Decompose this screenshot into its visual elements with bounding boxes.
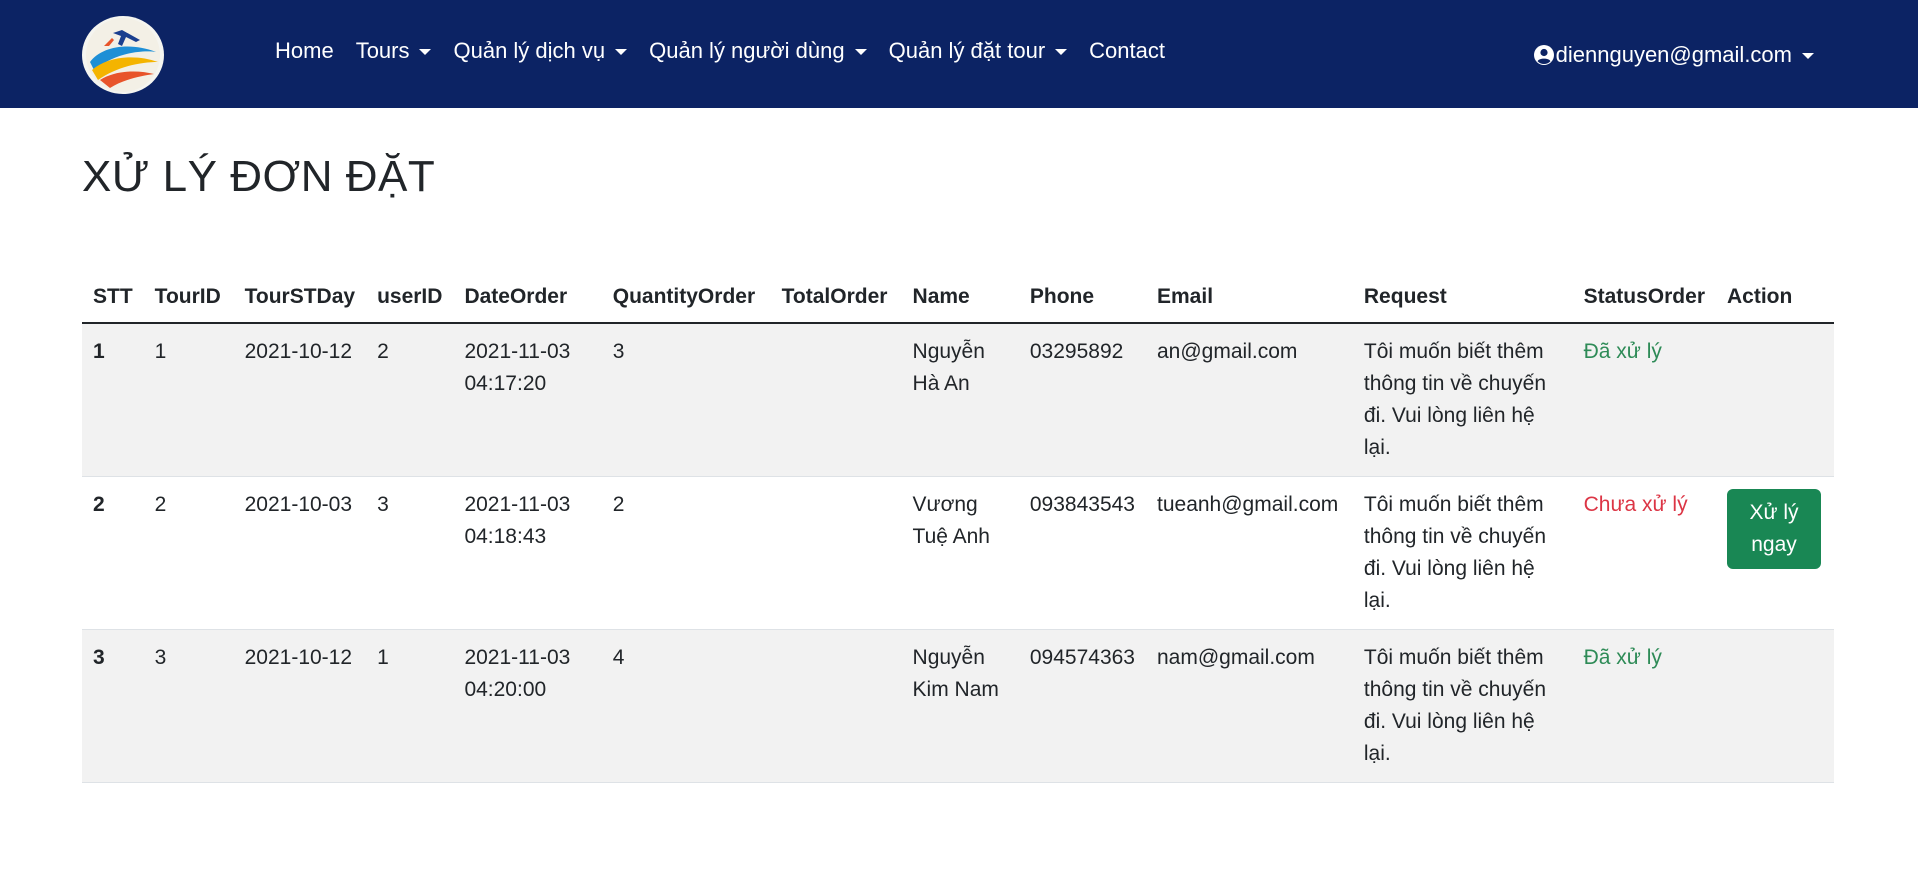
cell-stt: 1 — [82, 323, 144, 477]
column-header-request: Request — [1352, 275, 1573, 324]
nav-tours-label: Tours — [355, 38, 410, 63]
cell-action: Xử lý ngay — [1716, 476, 1834, 630]
table-header-row: STT TourID TourSTDay userID DateOrder Qu… — [82, 275, 1834, 324]
column-header-action: Action — [1716, 275, 1834, 324]
cell-stt: 3 — [82, 629, 144, 783]
nav-user-management-label: Quản lý người dùng — [649, 38, 845, 63]
brand-logo[interactable] — [82, 16, 164, 94]
column-header-tour-st-day: TourSTDay — [233, 275, 367, 324]
nav-contact-label: Contact — [1089, 38, 1165, 63]
navbar: Home Tours Quản lý dịch vụ Quản lý người… — [0, 0, 1918, 108]
cell-email: an@gmail.com — [1146, 323, 1353, 477]
cell-name: Nguyễn Hà An — [901, 323, 1019, 477]
nav-home[interactable]: Home — [275, 38, 334, 64]
caret-down-icon — [1055, 49, 1068, 55]
cell-tour-id: 3 — [143, 629, 234, 783]
cell-tour-st-day: 2021-10-12 — [233, 323, 367, 477]
column-header-email: Email — [1146, 275, 1353, 324]
nav-home-label: Home — [275, 38, 334, 63]
nav-user-management-dropdown[interactable]: Quản lý người dùng — [649, 38, 867, 64]
status-label: Đã xử lý — [1583, 340, 1662, 363]
cell-tour-st-day: 2021-10-12 — [233, 629, 367, 783]
cell-name: Vương Tuệ Anh — [901, 476, 1019, 630]
cell-request: Tôi muốn biết thêm thông tin về chuyến đ… — [1352, 629, 1573, 783]
cell-phone: 094574363 — [1018, 629, 1146, 783]
nav-tours-dropdown[interactable]: Tours — [356, 38, 432, 64]
column-header-tour-id: TourID — [143, 275, 234, 324]
caret-down-icon — [854, 49, 867, 55]
nav-service-management-label: Quản lý dịch vụ — [453, 38, 606, 63]
status-label: Đã xử lý — [1583, 646, 1662, 669]
cell-request: Tôi muốn biết thêm thông tin về chuyến đ… — [1352, 323, 1573, 477]
cell-name: Nguyễn Kim Nam — [901, 629, 1019, 783]
cell-date-order: 2021-11-03 04:18:43 — [453, 476, 602, 630]
cell-action — [1716, 629, 1834, 783]
column-header-stt: STT — [82, 275, 144, 324]
cell-phone: 03295892 — [1018, 323, 1146, 477]
orders-table: STT TourID TourSTDay userID DateOrder Qu… — [82, 275, 1834, 783]
user-email: diennguyen@gmail.com — [1555, 42, 1792, 67]
user-circle-icon — [1533, 44, 1555, 66]
nav-links: Home Tours Quản lý dịch vụ Quản lý người… — [275, 34, 1187, 68]
column-header-name: Name — [901, 275, 1019, 324]
cell-tour-id: 2 — [143, 476, 234, 630]
caret-down-icon — [1802, 53, 1814, 59]
nav-booking-management-dropdown[interactable]: Quản lý đặt tour — [889, 38, 1068, 64]
travel-globe-logo-icon — [86, 18, 160, 92]
cell-user-id: 2 — [366, 323, 454, 477]
cell-user-id: 3 — [366, 476, 454, 630]
nav-contact[interactable]: Contact — [1089, 38, 1165, 64]
cell-status: Chưa xử lý — [1572, 476, 1716, 630]
cell-request: Tôi muốn biết thêm thông tin về chuyến đ… — [1352, 476, 1573, 630]
column-header-quantity-order: QuantityOrder — [601, 275, 771, 324]
cell-total-order — [770, 629, 902, 783]
cell-action — [1716, 323, 1834, 477]
column-header-user-id: userID — [366, 275, 454, 324]
status-label: Chưa xử lý — [1583, 493, 1688, 516]
column-header-date-order: DateOrder — [453, 275, 602, 324]
cell-quantity-order: 4 — [601, 629, 771, 783]
cell-tour-id: 1 — [143, 323, 234, 477]
nav-booking-management-label: Quản lý đặt tour — [888, 38, 1046, 63]
column-header-phone: Phone — [1018, 275, 1146, 324]
cell-total-order — [770, 476, 902, 630]
nav-service-management-dropdown[interactable]: Quản lý dịch vụ — [453, 38, 628, 64]
cell-date-order: 2021-11-03 04:17:20 — [453, 323, 602, 477]
cell-stt: 2 — [82, 476, 144, 630]
cell-tour-st-day: 2021-10-03 — [233, 476, 367, 630]
column-header-total-order: TotalOrder — [770, 275, 902, 324]
page-title: XỬ LÝ ĐƠN ĐẶT — [82, 152, 436, 201]
cell-status: Đã xử lý — [1572, 629, 1716, 783]
cell-quantity-order: 2 — [601, 476, 771, 630]
cell-phone: 093843543 — [1018, 476, 1146, 630]
table-row: 1 1 2021-10-12 2 2021-11-03 04:17:20 3 N… — [82, 323, 1834, 477]
cell-email: tueanh@gmail.com — [1146, 476, 1353, 630]
user-account-dropdown[interactable]: diennguyen@gmail.com — [1533, 42, 1814, 68]
cell-status: Đã xử lý — [1572, 323, 1716, 477]
process-now-button[interactable]: Xử lý ngay — [1727, 489, 1821, 569]
caret-down-icon — [419, 49, 432, 55]
cell-user-id: 1 — [366, 629, 454, 783]
cell-email: nam@gmail.com — [1146, 629, 1353, 783]
table-row: 2 2 2021-10-03 3 2021-11-03 04:18:43 2 V… — [82, 476, 1834, 630]
cell-total-order — [770, 323, 902, 477]
table-row: 3 3 2021-10-12 1 2021-11-03 04:20:00 4 N… — [82, 629, 1834, 783]
column-header-status-order: StatusOrder — [1572, 275, 1716, 324]
cell-date-order: 2021-11-03 04:20:00 — [453, 629, 602, 783]
caret-down-icon — [615, 49, 628, 55]
cell-quantity-order: 3 — [601, 323, 771, 477]
